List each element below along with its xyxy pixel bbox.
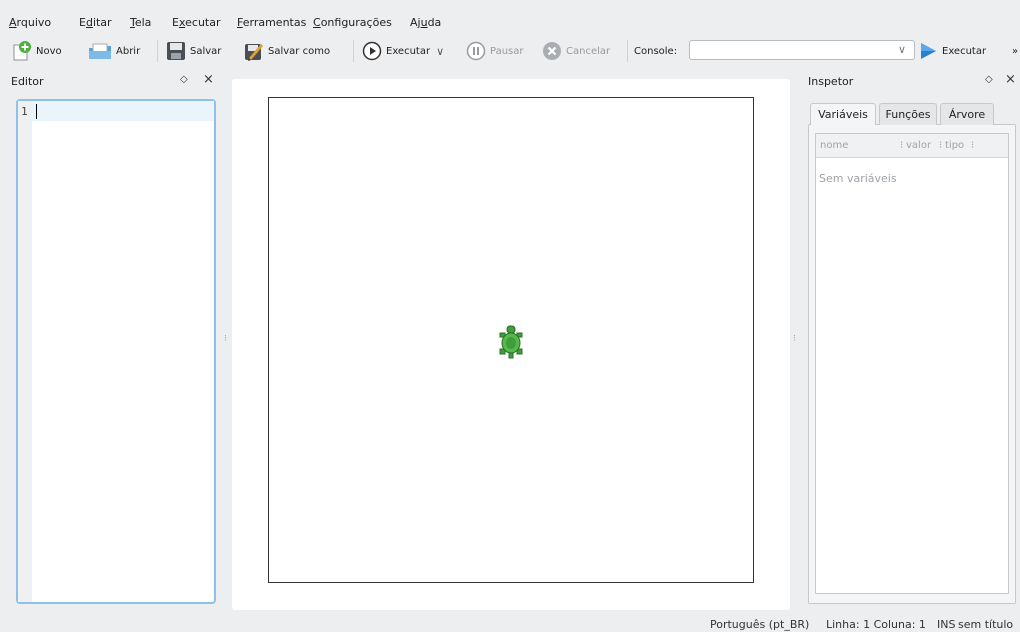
column-header-divider: ⁝ [900,140,904,151]
column-header-divider: ⁝ [939,140,943,151]
executar-console-button[interactable]: Executar [918,40,986,62]
menu-arquivo[interactable]: Arquivo [9,16,51,29]
column-header-tipo[interactable]: tipo [945,140,964,151]
menu-tela[interactable]: Tela [130,16,151,29]
console-label: Console: [634,45,678,57]
current-line-highlight [32,101,214,121]
float-icon[interactable]: ◇ [180,74,188,85]
new-file-icon [12,41,32,61]
close-icon[interactable]: × [203,72,214,87]
console-combobox[interactable]: ∨ [689,40,915,60]
status-filename: sem título [958,618,1014,631]
salvar-como-button[interactable]: Salvar como [244,40,330,62]
splitter-handle[interactable]: ⁝ [224,334,227,344]
novo-label: Novo [36,45,62,57]
status-cursor-position: Linha: 1 Coluna: 1 [826,618,926,631]
table-header: nome ⁝ valor ⁝ tipo ⁝ [816,134,1008,158]
salvar-como-label: Salvar como [268,45,331,57]
menu-configuracoes[interactable]: Configurações [313,16,392,29]
save-icon [166,41,186,61]
toolbar-separator [627,40,628,62]
status-insert-mode: INS [937,618,956,631]
menu-executar[interactable]: Executar [172,16,221,29]
executar-label: Executar [386,45,431,57]
tab-funcoes[interactable]: Funções [879,103,937,125]
editor-dock-title: Editor [11,75,44,88]
pause-icon [466,41,486,61]
menu-ferramentas[interactable]: Ferramentas [237,16,306,29]
executar-button[interactable]: Executar ∨ [362,40,444,62]
folder-open-icon [88,41,112,61]
overflow-icon: » [1012,45,1019,57]
novo-button[interactable]: Novo [12,40,62,62]
menu-ajuda[interactable]: Ajuda [410,16,441,29]
run-arrow-icon [918,41,938,61]
cancel-icon [542,41,562,61]
empty-variables-text: Sem variáveis [819,172,897,185]
cancelar-button[interactable]: Cancelar [542,40,610,62]
turtle-icon [499,325,523,359]
chevron-down-icon[interactable]: ∨ [436,45,444,58]
column-header-nome[interactable]: nome [820,140,848,151]
toolbar-separator [353,40,354,62]
inspector-dock-title: Inspetor [808,75,854,88]
status-language[interactable]: Português (pt_BR) [710,618,809,631]
pausar-button[interactable]: Pausar [466,40,524,62]
abrir-button[interactable]: Abrir [88,40,140,62]
turtle-canvas[interactable] [268,97,754,583]
float-icon[interactable]: ◇ [985,74,993,85]
salvar-button[interactable]: Salvar [166,40,221,62]
menu-editar[interactable]: Editar [79,16,112,29]
play-icon [362,41,382,61]
tab-arvore[interactable]: Árvore [940,103,994,125]
column-header-valor[interactable]: valor [906,140,931,151]
executar-console-label: Executar [942,45,987,57]
line-number-gutter [18,101,32,602]
cancelar-label: Cancelar [566,45,611,57]
save-as-icon [244,41,264,61]
variables-table: nome ⁝ valor ⁝ tipo ⁝ Sem variáveis [815,133,1009,594]
tab-variaveis[interactable]: Variáveis [810,103,876,125]
salvar-label: Salvar [190,45,222,57]
pausar-label: Pausar [490,45,524,57]
line-number: 1 [21,105,28,118]
column-header-divider: ⁝ [971,140,975,151]
menubar: Arquivo Editar Tela Executar Ferramentas… [0,0,1020,34]
text-caret [36,104,37,119]
close-icon[interactable]: × [1005,72,1016,87]
abrir-label: Abrir [116,45,141,57]
toolbar-overflow-button[interactable]: » [1012,40,1018,62]
splitter-handle[interactable]: ⁝ [793,334,796,344]
code-editor[interactable]: 1 [16,99,216,604]
toolbar-separator [157,40,158,62]
chevron-down-icon[interactable]: ∨ [898,43,906,56]
